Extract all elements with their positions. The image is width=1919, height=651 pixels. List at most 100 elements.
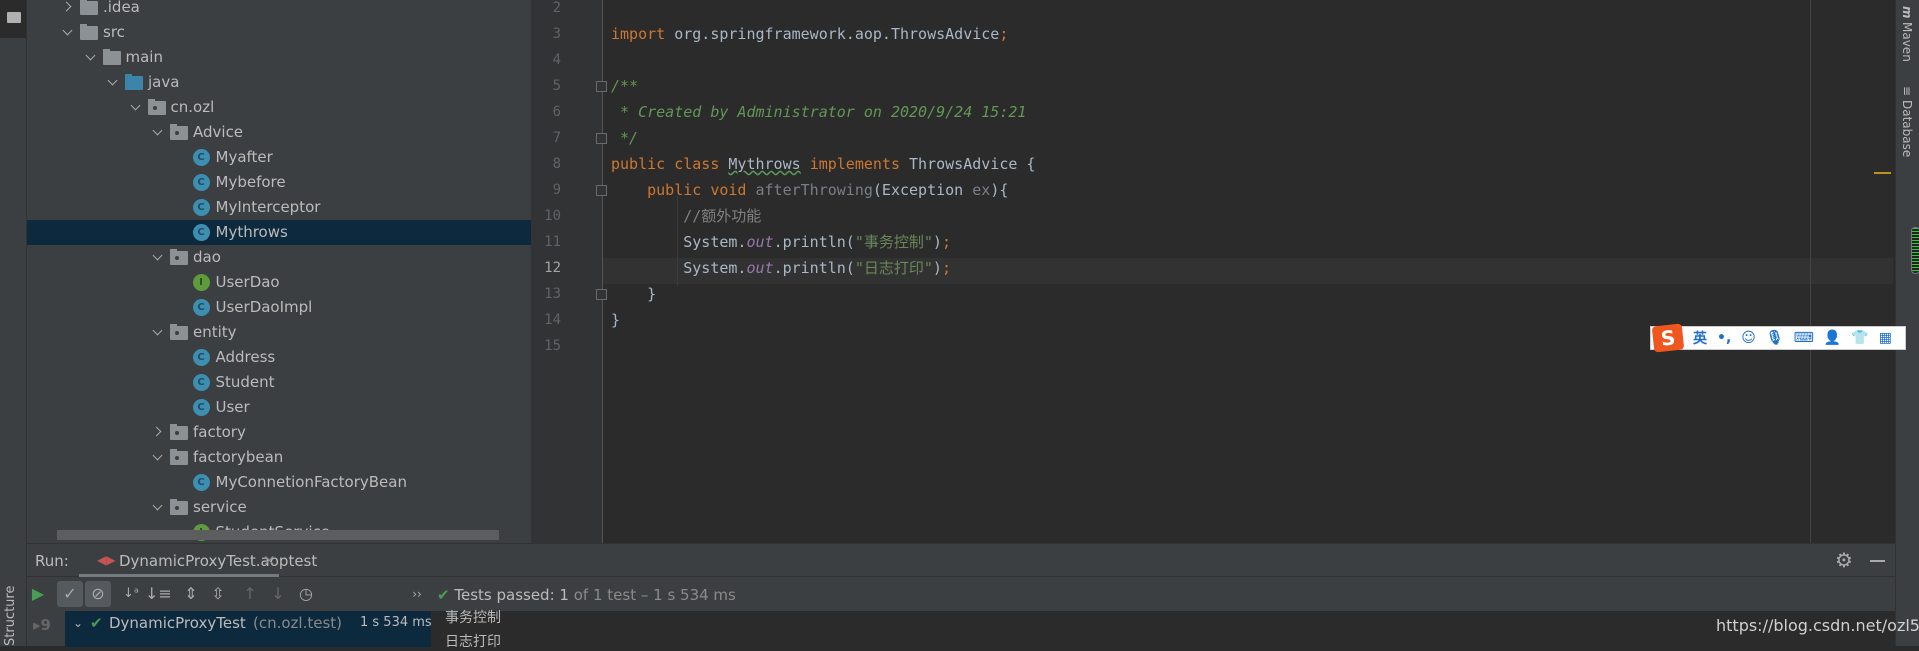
tab-run-config[interactable]: ◀▶ DynamicProxyTest.aoptest × — [79, 544, 317, 577]
toolbox-icon[interactable]: ▦ — [1879, 330, 1892, 346]
next-test-icon[interactable]: ↓ — [265, 581, 291, 607]
rerun-icon[interactable]: ▶ — [25, 581, 51, 607]
tree-item-label: java — [148, 73, 180, 91]
chevron-down-icon[interactable]: ⌄ — [73, 611, 83, 635]
tree-item[interactable]: C Student — [27, 370, 531, 395]
show-ignored-icon[interactable]: ⊘ — [85, 581, 111, 607]
tree-item[interactable]: entity — [27, 320, 531, 345]
ime-mode[interactable]: 英 — [1693, 328, 1707, 348]
tree-item[interactable]: factorybean — [27, 445, 531, 470]
tree-item[interactable]: C UserDaoImpl — [27, 295, 531, 320]
run-toolbar: ▶ ✓ ⊘ ↓ᵃ ↓≡ ⇕ ⇳ ↑ ↓ ◷ — [25, 577, 313, 611]
console-output[interactable]: 事务控制 日志打印 — [431, 610, 1895, 650]
tree-item-label: Mybefore — [215, 173, 286, 191]
code-line[interactable]: /** — [611, 73, 638, 99]
structure-tool-button[interactable]: Structure — [3, 586, 18, 646]
tree-item[interactable]: java — [27, 70, 531, 95]
console-icon[interactable]: ▸9 — [33, 616, 51, 634]
code-line[interactable]: import org.springframework.aop.ThrowsAdv… — [611, 21, 1008, 47]
code-line[interactable]: } — [611, 307, 620, 333]
warning-marker[interactable] — [1874, 172, 1891, 174]
code-editor[interactable]: 2 3 import org.springframework.aop.ThrowsA… — [531, 0, 1895, 543]
tree-item-label: src — [103, 23, 125, 41]
previous-test-icon[interactable]: ↑ — [237, 581, 263, 607]
expand-all-icon[interactable]: ⇕ — [178, 581, 204, 607]
close-icon[interactable]: × — [263, 551, 276, 569]
fold-marker-icon[interactable] — [596, 133, 607, 144]
tree-item[interactable]: dao — [27, 245, 531, 270]
tree-item[interactable]: service — [27, 495, 531, 520]
code-line[interactable]: } — [611, 281, 656, 307]
tree-item[interactable]: factory — [27, 420, 531, 445]
chevron-down-icon[interactable] — [86, 51, 96, 61]
tree-item[interactable]: .idea — [27, 0, 531, 20]
class-icon: C — [192, 374, 210, 391]
sort-alphabetically-icon[interactable]: ↓ᵃ — [118, 581, 144, 607]
code-line[interactable]: System.out.println("日志打印"); — [611, 255, 951, 281]
chevron-down-icon[interactable] — [108, 76, 118, 86]
user-icon[interactable]: 👤 — [1824, 330, 1841, 346]
microphone-icon[interactable]: 🎙 — [1766, 330, 1784, 346]
show-passed-icon[interactable]: ✓ — [57, 581, 83, 607]
tree-item[interactable]: C Myafter — [27, 145, 531, 170]
memory-indicator[interactable] — [1911, 227, 1919, 274]
tree-item[interactable]: main — [27, 45, 531, 70]
code-line[interactable]: public class Mythrows implements ThrowsA… — [611, 151, 1035, 177]
test-history-icon[interactable]: ◷ — [293, 581, 319, 607]
test-time: 1 s 534 ms — [360, 615, 432, 630]
database-tool-button[interactable]: Database — [1900, 100, 1914, 157]
tree-item[interactable]: Advice — [27, 120, 531, 145]
fold-marker-icon[interactable] — [596, 289, 607, 300]
tree-item-label: Myafter — [215, 148, 273, 166]
tree-item[interactable]: C MyInterceptor — [27, 195, 531, 220]
chevron-down-icon[interactable] — [153, 126, 163, 136]
tree-item[interactable]: C Mythrows — [27, 220, 531, 245]
chevron-down-icon[interactable] — [153, 251, 163, 261]
code-line[interactable]: //额外功能 — [611, 203, 761, 229]
emoji-icon[interactable]: ☺ — [1741, 330, 1756, 346]
collapse-all-icon[interactable]: ⇳ — [205, 581, 231, 607]
fold-marker-icon[interactable] — [596, 185, 607, 196]
sort-by-duration-icon[interactable]: ↓≡ — [145, 581, 172, 607]
chevron-right-icon[interactable] — [63, 1, 73, 11]
interface-icon: I — [192, 274, 210, 291]
tree-item[interactable]: src — [27, 20, 531, 45]
tree-item[interactable]: C Mybefore — [27, 170, 531, 195]
minimize-icon[interactable] — [1870, 560, 1885, 562]
fold-marker-icon[interactable] — [596, 81, 607, 92]
tree-item[interactable]: C Address — [27, 345, 531, 370]
chevron-down-icon[interactable] — [131, 101, 141, 111]
maven-tool-button[interactable]: Maven — [1900, 22, 1914, 62]
chevron-down-icon[interactable] — [153, 501, 163, 511]
code-line[interactable]: * Created by Administrator on 2020/9/24 … — [611, 99, 1026, 125]
line-number: 11 — [544, 234, 561, 250]
project-tool-button[interactable] — [0, 0, 26, 38]
tree-item-label: cn.ozl — [170, 98, 215, 116]
console-line: 日志打印 — [445, 634, 501, 650]
class-icon: C — [192, 299, 210, 316]
punctuation-icon[interactable]: •, — [1717, 330, 1731, 346]
more-icon[interactable]: ›› — [410, 581, 424, 607]
tree-item-label: UserDao — [215, 273, 280, 291]
code-line[interactable]: public void afterThrowing(Exception ex){ — [611, 177, 1008, 203]
chevron-right-icon[interactable] — [153, 426, 163, 436]
code-line[interactable]: System.out.println("事务控制"); — [611, 229, 951, 255]
gear-icon[interactable]: ⚙ — [1835, 548, 1853, 572]
tree-item[interactable]: C User — [27, 395, 531, 420]
keyboard-icon[interactable]: ⌨ — [1794, 330, 1814, 346]
tree-horizontal-scrollbar[interactable] — [57, 530, 499, 540]
code-line[interactable]: */ — [611, 125, 638, 151]
test-tree-row[interactable]: ⌄ ✔ DynamicProxyTest (cn.ozl.test) 1 s 5… — [65, 611, 432, 647]
status-prefix: Tests passed: — [454, 586, 555, 604]
skin-icon[interactable]: 👕 — [1851, 330, 1868, 346]
line-number: 8 — [552, 156, 561, 172]
tree-item[interactable]: C MyConnetionFactoryBean — [27, 470, 531, 495]
tree-item[interactable]: I UserDao — [27, 270, 531, 295]
chevron-down-icon[interactable] — [153, 451, 163, 461]
chevron-down-icon[interactable] — [153, 326, 163, 336]
ime-toolbar[interactable]: S 英 •, ☺ 🎙 ⌨ 👤 👕 ▦ — [1650, 323, 1906, 353]
chevron-down-icon[interactable] — [63, 26, 73, 36]
sogou-logo-icon: S — [1651, 323, 1685, 353]
tree-item[interactable]: cn.ozl — [27, 95, 531, 120]
left-tool-strip: Structure — [0, 0, 27, 646]
